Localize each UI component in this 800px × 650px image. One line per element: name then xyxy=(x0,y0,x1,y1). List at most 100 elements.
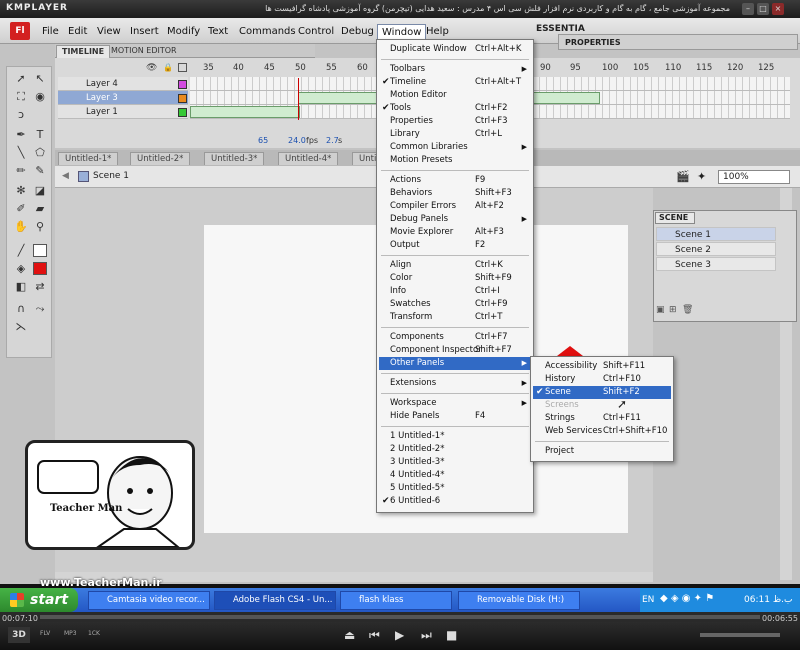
outline-icon[interactable] xyxy=(178,63,187,72)
window-menu-item[interactable]: Motion Presets xyxy=(379,154,531,167)
scene-list-item[interactable]: Scene 3 xyxy=(656,257,776,271)
snap-magnet-icon[interactable]: ∩ xyxy=(13,301,29,317)
scene-list-item[interactable]: Scene 1 xyxy=(656,227,776,241)
frame-rate[interactable]: 24.0 xyxy=(288,136,306,145)
window-menu-item[interactable]: Workspace ▶ xyxy=(379,397,531,410)
subselection-tool-icon[interactable]: ↖ xyxy=(32,71,48,87)
fill-color-swatch[interactable] xyxy=(33,262,47,275)
menu-file[interactable]: File xyxy=(38,24,63,40)
eyedropper-icon[interactable]: ✐ xyxy=(13,201,29,217)
menu-text[interactable]: Text xyxy=(204,24,232,40)
window-menu-item[interactable]: Tools ✔ Ctrl+F2 xyxy=(379,102,531,115)
hand-tool-icon[interactable]: ✋ xyxy=(13,219,29,235)
eraser-icon[interactable]: ▰ xyxy=(32,201,48,217)
menu-edit[interactable]: Edit xyxy=(64,24,91,40)
delete-scene-icon[interactable]: 🗑 xyxy=(682,305,693,315)
window-menu-item[interactable]: Properties Ctrl+F3 xyxy=(379,115,531,128)
edit-symbol-icon[interactable]: ✦ xyxy=(697,170,706,183)
fill-color-icon[interactable]: ◈ xyxy=(13,261,29,277)
window-menu-item[interactable]: Compiler Errors Alt+F2 xyxy=(379,200,531,213)
other-panels-item[interactable]: Strings Ctrl+F11 xyxy=(533,412,671,425)
window-menu-item[interactable]: 5 Untitled-5* xyxy=(379,482,531,495)
menu-view[interactable]: View xyxy=(93,24,125,40)
duplicate-scene-icon[interactable]: ▣ xyxy=(656,305,665,315)
doc-tab[interactable]: Untitled-3* xyxy=(204,152,265,165)
other-panels-item[interactable]: Project xyxy=(533,445,671,458)
zoom-tool-icon[interactable]: ⚲ xyxy=(32,219,48,235)
edit-scene-icon[interactable]: 🎬 xyxy=(676,170,690,183)
menu-control[interactable]: Control xyxy=(294,24,338,40)
window-menu-item[interactable]: Debug Panels ▶ xyxy=(379,213,531,226)
paint-bucket-icon[interactable]: ◪ xyxy=(32,183,48,199)
layer-row[interactable]: Layer 1 xyxy=(58,105,188,119)
red-shape[interactable] xyxy=(557,346,583,356)
stroke-color-icon[interactable]: ╱ xyxy=(13,243,29,259)
other-panels-item[interactable]: History Ctrl+F10 xyxy=(533,373,671,386)
task-flash[interactable]: Adobe Flash CS4 - Un... xyxy=(214,591,336,610)
window-menu-item[interactable]: Transform Ctrl+T xyxy=(379,311,531,324)
window-menu-item[interactable]: 2 Untitled-2* xyxy=(379,443,531,456)
properties-panel-tab[interactable]: PROPERTIES xyxy=(558,34,798,50)
pencil-tool-icon[interactable]: ✏ xyxy=(13,163,29,179)
window-menu-item[interactable]: Component Inspector Shift+F7 xyxy=(379,344,531,357)
menu-modify[interactable]: Modify xyxy=(163,24,204,40)
straighten-icon[interactable]: ⋋ xyxy=(13,319,29,335)
add-scene-icon[interactable]: ⊞ xyxy=(669,305,677,315)
minimize-icon[interactable]: – xyxy=(742,3,754,15)
window-menu-item[interactable]: Movie Explorer Alt+F3 xyxy=(379,226,531,239)
workspace-switcher[interactable]: ESSENTIA xyxy=(536,24,585,34)
menu-commands[interactable]: Commands xyxy=(235,24,300,40)
menu-debug[interactable]: Debug xyxy=(337,24,378,40)
layer-row[interactable]: Layer 4 xyxy=(58,77,188,91)
window-menu-item[interactable]: Align Ctrl+K xyxy=(379,259,531,272)
window-menu-item[interactable]: Other Panels ▶ xyxy=(379,357,531,370)
playhead[interactable] xyxy=(298,78,299,120)
free-transform-icon[interactable]: ⛶ xyxy=(13,89,29,105)
deco-tool-icon[interactable]: ✻ xyxy=(13,183,29,199)
window-menu-item[interactable]: Duplicate Window Ctrl+Alt+K xyxy=(379,43,531,56)
menu-window[interactable]: Window xyxy=(377,24,427,40)
window-menu-item[interactable]: Motion Editor xyxy=(379,89,531,102)
tab-motion-editor[interactable]: MOTION EDITOR xyxy=(106,45,182,58)
other-panels-item[interactable]: Scene ✔ Shift+F2 xyxy=(533,386,671,399)
window-menu-item[interactable]: Components Ctrl+F7 xyxy=(379,331,531,344)
window-menu-item[interactable]: Library Ctrl+L xyxy=(379,128,531,141)
black-white-icon[interactable]: ◧ xyxy=(13,279,29,295)
window-menu-item[interactable]: Actions F9 xyxy=(379,174,531,187)
doc-tab[interactable]: Untitled-2* xyxy=(130,152,191,165)
lock-icon[interactable]: 🔒 xyxy=(163,63,173,72)
task-removable-disk[interactable]: Removable Disk (H:) xyxy=(458,591,580,610)
window-menu-item[interactable]: 4 Untitled-4* xyxy=(379,469,531,482)
other-panels-item[interactable]: Accessibility Shift+F11 xyxy=(533,360,671,373)
stroke-color-swatch[interactable] xyxy=(33,244,47,257)
window-menu-item[interactable]: 6 Untitled-6 ✔ xyxy=(379,495,531,508)
eject-icon[interactable]: ⏏ xyxy=(344,628,355,642)
task-folder[interactable]: flash klass xyxy=(340,591,452,610)
scene-list-item[interactable]: Scene 2 xyxy=(656,242,776,256)
window-menu-item[interactable]: Color Shift+F9 xyxy=(379,272,531,285)
window-menu-item[interactable]: 3 Untitled-3* xyxy=(379,456,531,469)
line-tool-icon[interactable]: ╲ xyxy=(13,145,29,161)
window-menu-item[interactable]: Behaviors Shift+F3 xyxy=(379,187,531,200)
window-menu-item[interactable]: Swatches Ctrl+F9 xyxy=(379,298,531,311)
scene-panel-title[interactable]: SCENE xyxy=(655,212,695,224)
tray-icons[interactable]: ◆ ◈ ◉ ✦ ⚑ xyxy=(660,593,714,604)
menu-insert[interactable]: Insert xyxy=(126,24,163,40)
eye-icon[interactable]: 👁 xyxy=(146,63,157,73)
maximize-icon[interactable]: □ xyxy=(757,3,769,15)
layer-row[interactable]: Layer 3 xyxy=(58,91,188,105)
pen-tool-icon[interactable]: ✒ xyxy=(13,127,29,143)
brush-tool-icon[interactable]: ✎ xyxy=(32,163,48,179)
stop-icon[interactable]: ■ xyxy=(446,628,457,642)
window-menu-item[interactable]: Info Ctrl+I xyxy=(379,285,531,298)
window-menu-item[interactable]: Extensions ▶ xyxy=(379,377,531,390)
window-menu-item[interactable]: Common Libraries ▶ xyxy=(379,141,531,154)
window-menu-item[interactable]: Output F2 xyxy=(379,239,531,252)
tab-timeline[interactable]: TIMELINE xyxy=(56,45,111,58)
menu-help[interactable]: Help xyxy=(422,24,453,40)
back-arrow-icon[interactable]: ◀ xyxy=(62,171,69,181)
3d-rotation-icon[interactable]: ◉ xyxy=(32,89,48,105)
text-tool-icon[interactable]: T xyxy=(32,127,48,143)
seek-track[interactable] xyxy=(40,615,760,619)
language-indicator[interactable]: EN xyxy=(642,595,654,605)
